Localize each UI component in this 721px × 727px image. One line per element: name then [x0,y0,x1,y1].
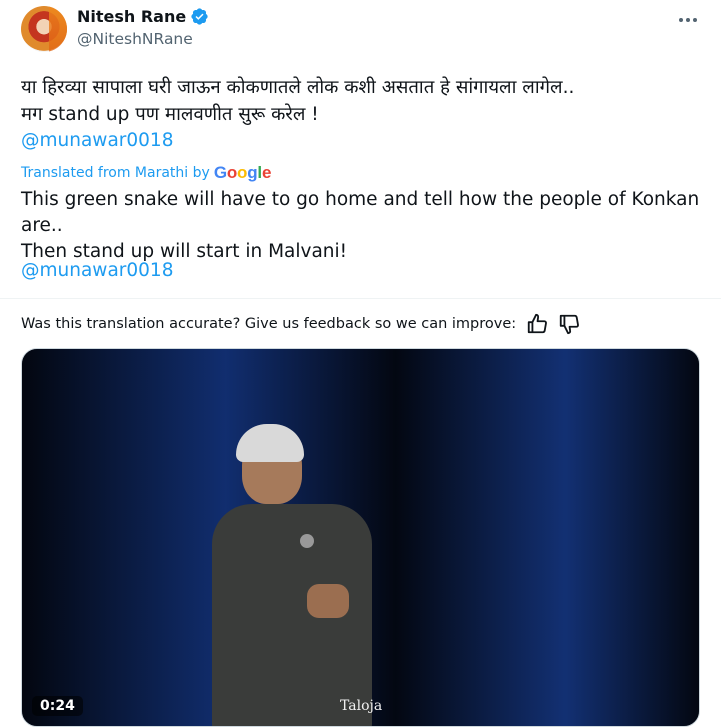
video-player[interactable]: 0:24 Taloja [21,348,700,727]
divider [0,298,721,299]
translation-feedback: Was this translation accurate? Give us f… [21,313,580,335]
thumbs-up-icon[interactable] [526,313,548,335]
original-line-1: या हिरव्या सापाला घरी जाऊन कोकणातले लोक … [21,77,575,98]
avatar[interactable] [21,6,67,52]
more-icon[interactable] [675,10,701,30]
translated-line-1: This green snake will have to go home an… [21,189,700,236]
translated-text: This green snake will have to go home an… [21,187,701,265]
tweet-header: Nitesh Rane @NiteshNRane [21,6,701,56]
display-name[interactable]: Nitesh Rane [77,7,209,26]
handle[interactable]: @NiteshNRane [77,30,209,48]
original-line-2: मग stand up पण मालवणीत सुरू करेल ! [21,104,319,125]
feedback-question: Was this translation accurate? Give us f… [21,316,517,332]
google-logo: Google [213,163,272,182]
author-names: Nitesh Rane @NiteshNRane [77,7,209,48]
verified-badge-icon[interactable] [190,7,209,26]
display-name-text[interactable]: Nitesh Rane [77,7,186,26]
translation-attribution: Translated from Marathi by Google [21,163,271,183]
translated-mention-link[interactable]: @munawar0018 [21,260,173,281]
performer-image [212,404,412,726]
translated-from-link[interactable]: Translated from Marathi by [21,165,210,181]
video-caption: Taloja [340,698,383,714]
thumbs-down-icon[interactable] [558,313,580,335]
video-duration: 0:24 [32,696,83,716]
mention-link[interactable]: @munawar0018 [21,130,173,151]
original-text: या हिरव्या सापाला घरी जाऊन कोकणातले लोक … [21,74,701,128]
